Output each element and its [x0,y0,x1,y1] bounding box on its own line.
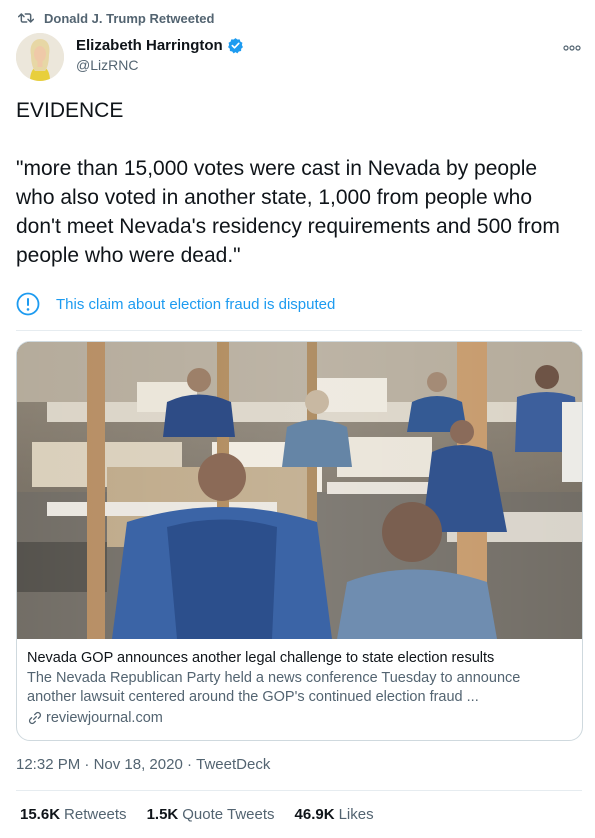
engagement-stats: 15.6K Retweets 1.5K Quote Tweets 46.9K Like… [20,806,394,823]
article-photo [17,342,582,639]
link-preview-card[interactable]: Nevada GOP announces another legal chall… [16,341,583,741]
author-handle[interactable]: @LizRNC [76,57,244,73]
disputed-claim-label[interactable]: This claim about election fraud is dispu… [16,292,335,316]
divider [16,330,582,331]
quote-tweets-label: Quote Tweets [182,806,275,823]
link-icon [28,712,42,725]
tweet-author: Elizabeth Harrington @LizRNC [16,33,581,83]
meta-separator: · [182,756,197,773]
author-name-row[interactable]: Elizabeth Harrington [76,37,244,54]
retweets-stat[interactable]: 15.6K Retweets [20,806,127,823]
likes-label: Likes [338,806,374,823]
more-options-button[interactable] [563,39,581,57]
retweet-icon [18,13,34,23]
avatar[interactable] [16,33,64,81]
quote-tweets-count: 1.5K [146,806,179,823]
tweet-metadata: 12:32 PM · Nov 18, 2020 · TweetDeck [16,756,270,773]
likes-stat[interactable]: 46.9K Likes [295,806,374,823]
alert-circle-icon [16,292,40,316]
quote-tweets-stat[interactable]: 1.5K Quote Tweets [147,806,275,823]
retweet-indicator[interactable]: Donald J. Trump Retweeted [18,8,214,28]
tweet-source[interactable]: TweetDeck [196,756,270,773]
tweet-time[interactable]: 12:32 PM [16,756,80,773]
tweet-text-line: "more than 15,000 votes were cast in Nev… [16,157,560,267]
tweet-text-line: EVIDENCE [16,99,124,122]
likes-count: 46.9K [294,806,335,823]
card-title[interactable]: Nevada GOP announces another legal chall… [27,649,572,669]
card-domain-text[interactable]: reviewjournal.com [46,709,163,729]
tweet-text: EVIDENCE "more than 15,000 votes were ca… [16,96,581,270]
retweeted-by-label: Donald J. Trump Retweeted [44,10,215,26]
disputed-claim-text[interactable]: This claim about election fraud is dispu… [56,296,335,313]
more-horizontal-icon [563,45,581,51]
verified-badge-icon [227,38,243,54]
tweet-date[interactable]: Nov 18, 2020 [94,756,183,773]
meta-separator: · [80,756,94,773]
author-display-name[interactable]: Elizabeth Harrington [76,37,223,54]
card-description[interactable]: The Nevada Republican Party held a news … [27,669,572,708]
retweets-label: Retweets [64,806,127,823]
divider [16,790,582,791]
retweets-count: 15.6K [20,806,61,823]
card-domain[interactable]: reviewjournal.com [27,709,572,729]
